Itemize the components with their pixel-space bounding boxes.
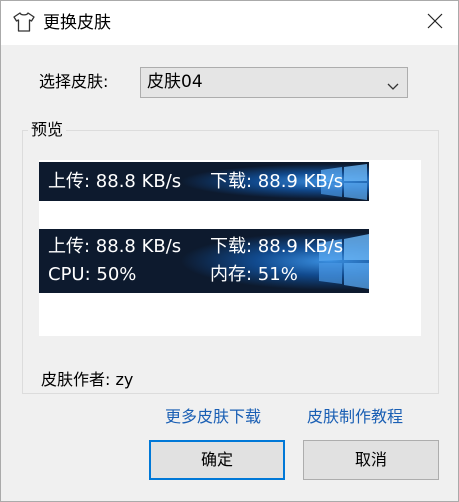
upload-speed-text: 上传: 88.8 KB/s [48, 236, 182, 257]
preview-label: 预览 [28, 120, 67, 140]
ok-button[interactable]: 确定 [149, 440, 285, 480]
close-button[interactable] [412, 1, 458, 45]
more-skins-link[interactable]: 更多皮肤下载 [165, 406, 261, 428]
skin-select[interactable]: 皮肤04 [140, 67, 408, 98]
skin-select-value: 皮肤04 [147, 72, 203, 92]
shirt-icon [13, 12, 35, 32]
skin-preview-small: 上传: 88.8 KB/s 下载: 88.9 KB/s [39, 162, 369, 201]
close-icon [427, 13, 443, 33]
cpu-usage-text: CPU: 50% [48, 264, 137, 285]
skin-select-label: 选择皮肤: [39, 72, 109, 91]
title-bar: 更换皮肤 [1, 1, 458, 45]
cancel-button[interactable]: 取消 [303, 440, 439, 480]
upload-speed-text: 上传: 88.8 KB/s [48, 171, 182, 192]
skin-preview-large: 上传: 88.8 KB/s 下载: 88.9 KB/s CPU: 50% 内存:… [39, 229, 369, 293]
window-title: 更换皮肤 [43, 13, 111, 33]
skin-tutorial-link[interactable]: 皮肤制作教程 [307, 406, 403, 428]
download-speed-text: 下载: 88.9 KB/s [210, 236, 344, 257]
chevron-down-icon [387, 77, 399, 90]
memory-usage-text: 内存: 51% [210, 264, 298, 285]
skin-author: 皮肤作者: zy [41, 370, 134, 389]
skin-dialog: 更换皮肤 选择皮肤: 皮肤04 预览 上传: 88.8 KB/s 下载: 88.… [0, 0, 459, 502]
download-speed-text: 下载: 88.9 KB/s [210, 171, 344, 192]
